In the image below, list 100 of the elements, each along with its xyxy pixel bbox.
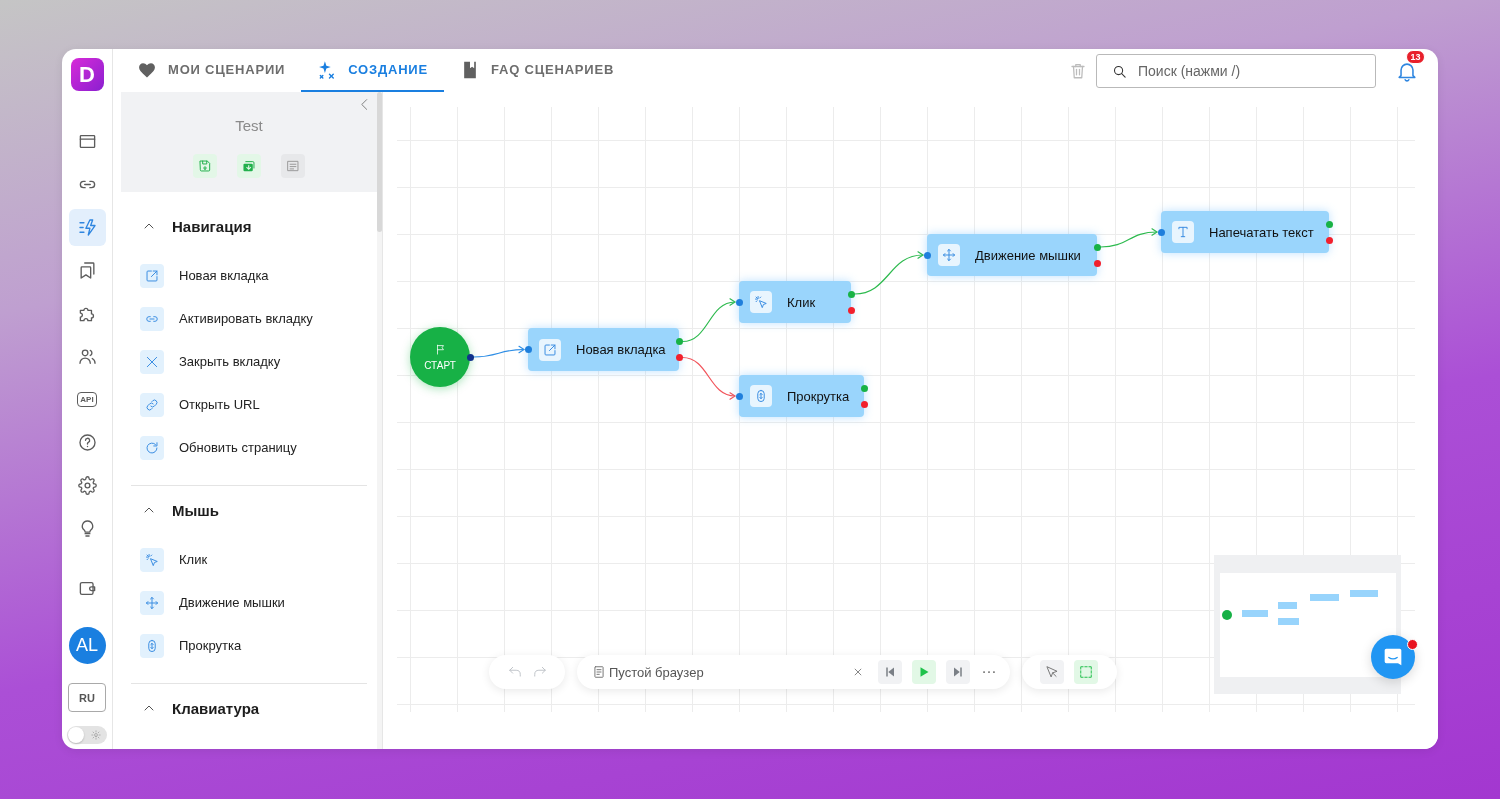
error-port-icon[interactable]: [860, 400, 868, 408]
flow-node[interactable]: Клик: [739, 281, 851, 323]
error-port-icon[interactable]: [847, 306, 855, 314]
language-button[interactable]: RU: [68, 683, 106, 712]
skip-back-button[interactable]: [878, 660, 902, 684]
sun-icon: [91, 730, 101, 740]
input-port-icon[interactable]: [1157, 228, 1165, 236]
action-item[interactable]: Обновить страницу: [131, 426, 367, 469]
chain-link-icon: [140, 392, 164, 417]
move-arrows-icon: [938, 244, 960, 266]
output-port-icon[interactable]: [466, 353, 474, 361]
action-item[interactable]: Активировать вкладку: [131, 297, 367, 340]
import-button[interactable]: [237, 154, 261, 178]
minimap-node: [1241, 610, 1268, 618]
dashed-square-icon: [1079, 665, 1093, 679]
cursor-click-icon: [750, 291, 772, 313]
notes-icon: [286, 159, 300, 173]
start-dot-icon: [1221, 609, 1233, 621]
tab[interactable]: FAQ СЦЕНАРИЕВ: [443, 49, 631, 92]
success-port-icon[interactable]: [1093, 243, 1101, 251]
connector-arrow: [472, 345, 525, 358]
minimap[interactable]: [1214, 555, 1401, 694]
section-header[interactable]: Навигация: [131, 204, 252, 248]
user-avatar[interactable]: AL: [68, 627, 106, 664]
theme-toggle[interactable]: [67, 726, 107, 744]
connector-arrow: [1099, 228, 1158, 248]
redo-icon: [532, 665, 547, 679]
external-link-icon: [140, 263, 164, 288]
skip-forward-button[interactable]: [946, 660, 970, 684]
flow-node[interactable]: Новая вкладка: [528, 328, 679, 371]
input-port-icon[interactable]: [735, 392, 743, 400]
action-item[interactable]: Закрыть вкладку: [131, 340, 367, 383]
move-arrows-icon: [140, 590, 164, 615]
bookmarks-icon: [77, 261, 97, 280]
settings-icon: [77, 476, 97, 495]
section-header[interactable]: Мышь: [131, 488, 220, 532]
wallet-icon: [77, 579, 97, 598]
browser-name: Пустой браузер: [609, 664, 704, 680]
help-icon: [77, 433, 97, 452]
app-logo[interactable]: D: [70, 58, 104, 91]
external-link-icon: [539, 338, 561, 361]
flow-node[interactable]: Напечатать текст: [1161, 211, 1329, 253]
sidebar-nav-button[interactable]: API: [68, 381, 106, 418]
scrollbar-thumb[interactable]: [377, 92, 382, 232]
mouse-scroll-icon: [140, 633, 164, 658]
chat-icon: [1383, 647, 1403, 667]
link-icon: [140, 306, 164, 331]
error-port-icon[interactable]: [1325, 236, 1333, 244]
connector-arrow: [681, 298, 736, 343]
notification-badge: 13: [1406, 49, 1425, 64]
browser-window-icon: [77, 132, 97, 151]
input-port-icon[interactable]: [923, 251, 931, 259]
close-icon: [853, 667, 863, 677]
connector-arrow: [681, 356, 736, 400]
error-port-icon[interactable]: [675, 354, 683, 361]
scenario-title: Test: [235, 116, 263, 136]
play-button[interactable]: [912, 660, 936, 684]
success-port-icon[interactable]: [675, 338, 683, 345]
success-port-icon[interactable]: [860, 384, 868, 392]
search-icon: [1112, 63, 1127, 79]
sidebar-nav-button[interactable]: [68, 209, 106, 246]
input-port-icon[interactable]: [735, 298, 743, 306]
minimap-node: [1309, 594, 1339, 602]
skip-back-icon: [884, 666, 896, 678]
save-button[interactable]: [193, 154, 217, 178]
pointer-icon: [1045, 665, 1059, 679]
cursor-click-icon: [140, 547, 164, 572]
flag-icon: [434, 343, 446, 355]
trash-icon: [1069, 61, 1087, 80]
action-item[interactable]: Прокрутка: [131, 624, 367, 667]
skip-forward-icon: [952, 666, 964, 678]
close-button[interactable]: [853, 667, 863, 677]
action-item[interactable]: Клик: [131, 538, 367, 581]
notes-button[interactable]: [281, 154, 305, 178]
users-icon: [77, 347, 97, 366]
flow-node[interactable]: Движение мышки: [927, 234, 1097, 276]
undo-icon: [507, 665, 522, 679]
action-item[interactable]: Открыть URL: [131, 383, 367, 426]
minimap-node: [1277, 618, 1300, 626]
flow-node[interactable]: Прокрутка: [739, 375, 864, 417]
search-field[interactable]: Поиск (нажми /): [1096, 53, 1376, 88]
success-port-icon[interactable]: [1325, 220, 1333, 228]
text-type-icon: [1172, 221, 1194, 243]
notepad-icon: [592, 665, 606, 679]
success-port-icon[interactable]: [847, 290, 855, 298]
pointer-tool-button[interactable]: [1040, 660, 1064, 684]
play-icon: [918, 666, 930, 678]
input-port-icon[interactable]: [524, 346, 532, 353]
minimap-node: [1349, 590, 1379, 598]
mouse-scroll-icon: [750, 385, 772, 407]
minimap-node: [1277, 602, 1297, 610]
tab[interactable]: МОИ СЦЕНАРИИ: [121, 49, 302, 92]
refresh-icon: [140, 435, 164, 460]
action-item[interactable]: Новая вкладка: [131, 254, 367, 297]
lightning-icon: [77, 218, 97, 237]
close-icon: [140, 349, 164, 374]
section-header[interactable]: Клавиатура: [131, 686, 260, 730]
action-item[interactable]: Движение мышки: [131, 581, 367, 624]
connector-arrow: [853, 251, 924, 295]
error-port-icon[interactable]: [1093, 259, 1101, 267]
